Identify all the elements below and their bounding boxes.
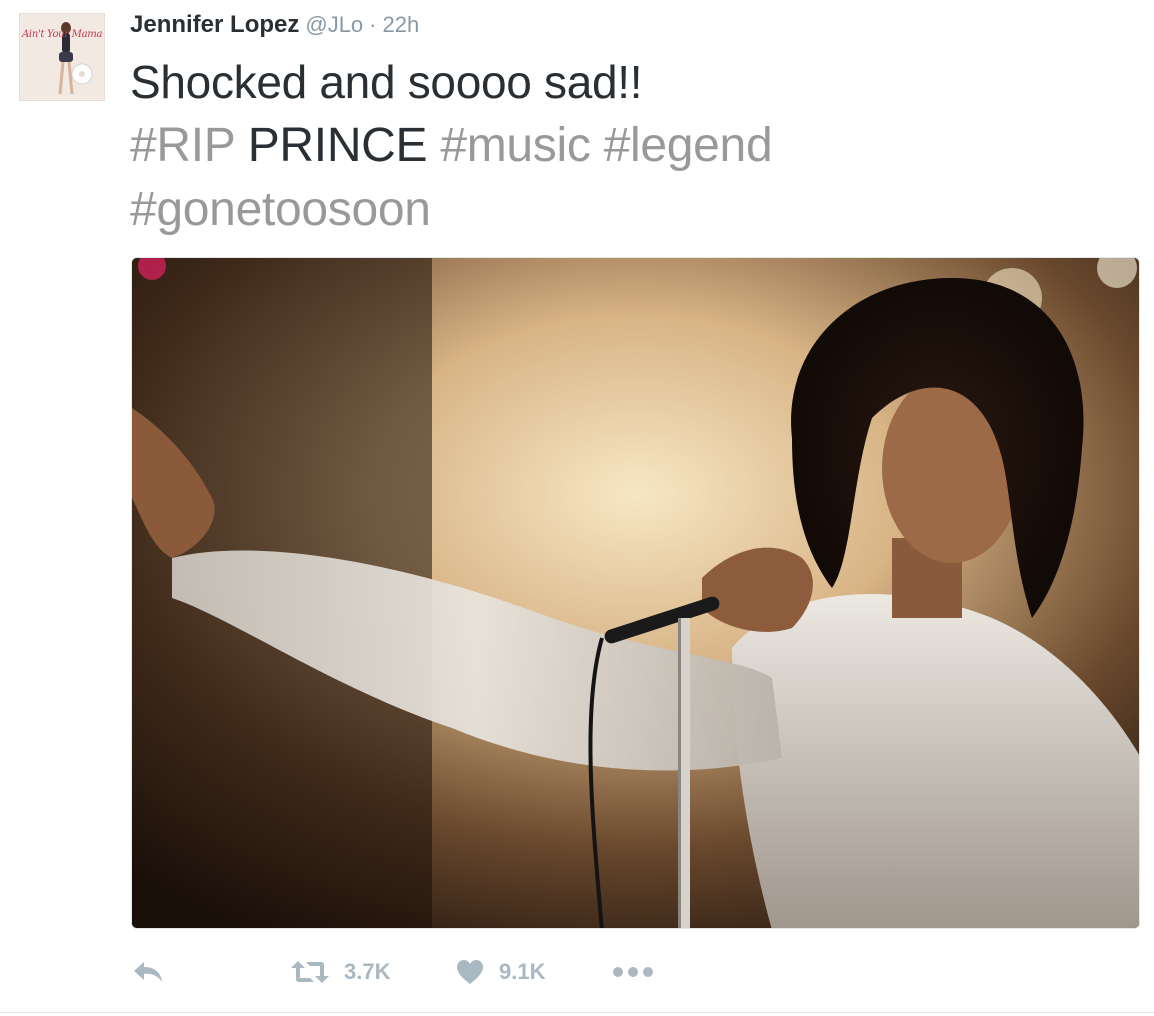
heart-icon <box>455 959 485 985</box>
hashtag-link[interactable]: #music <box>440 119 591 172</box>
like-button[interactable]: 9.1K <box>455 950 545 994</box>
tweet-text: Shocked and soooo sad!! #RIP PRINCE #mus… <box>130 50 1130 242</box>
retweet-icon <box>290 959 330 985</box>
author-handle[interactable]: @JLo <box>305 12 363 38</box>
tweet-text-line: #gonetoosoon <box>130 178 1130 242</box>
author-name[interactable]: Jennifer Lopez <box>130 11 299 39</box>
separator: · <box>369 12 377 37</box>
avatar-caption: Ain't Your Mama <box>22 29 103 40</box>
concert-photo <box>132 258 1139 928</box>
hashtag-link[interactable]: #gonetoosoon <box>130 183 431 236</box>
tweet-header: Jennifer Lopez @JLo · 22h <box>130 11 419 41</box>
more-icon <box>612 965 654 979</box>
retweet-button[interactable]: 3.7K <box>290 950 390 994</box>
tweet-text-word: PRINCE <box>247 119 428 172</box>
tweet-actions: 3.7K 9.1K <box>130 950 730 994</box>
like-count: 9.1K <box>499 959 546 984</box>
hashtag-link[interactable]: #legend <box>604 119 773 172</box>
divider <box>0 1012 1154 1013</box>
tweet[interactable]: Ain't Your Mama Jennifer Lopez @JLo · 22… <box>0 0 1154 1016</box>
more-button[interactable] <box>612 950 654 994</box>
avatar[interactable]: Ain't Your Mama <box>19 13 105 101</box>
retweet-count: 3.7K <box>344 959 391 984</box>
tweet-text-line: Shocked and soooo sad!! <box>130 56 643 108</box>
reply-button[interactable] <box>132 950 164 994</box>
avatar-image <box>20 14 104 100</box>
tweet-text-line: #RIP PRINCE #music #legend <box>130 114 1130 178</box>
tweet-photo[interactable] <box>131 257 1140 929</box>
hashtag-link[interactable]: #RIP <box>130 119 235 172</box>
timestamp[interactable]: 22h <box>383 12 420 38</box>
reply-icon <box>132 960 164 984</box>
